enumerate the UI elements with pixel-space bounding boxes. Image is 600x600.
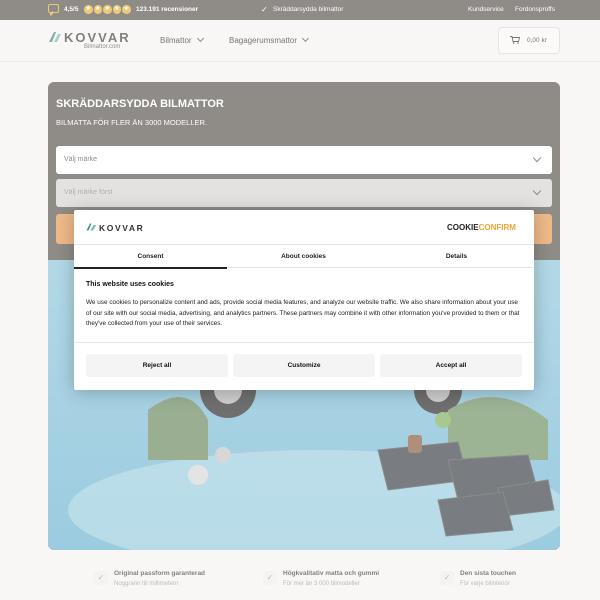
reject-all-button[interactable]: Reject all	[86, 354, 228, 377]
cookie-description: We use cookies to personalize content an…	[86, 299, 520, 327]
brand-part: OOKIE	[452, 223, 479, 232]
tab-details[interactable]: Details	[380, 253, 533, 260]
customize-button[interactable]: Customize	[233, 354, 375, 377]
logo-mark-icon	[86, 223, 96, 231]
cookieconfirm-logo: COOKIECONFIRM	[447, 223, 516, 232]
cookie-tabs: Consent About cookies Details	[74, 244, 534, 269]
cookie-site-logo: KOVVAR	[99, 223, 145, 233]
cookie-consent-dialog: KOVVAR COOKIECONFIRM Consent About cooki…	[74, 210, 534, 390]
tab-consent[interactable]: Consent	[74, 253, 227, 260]
divider	[74, 342, 534, 343]
accept-all-button[interactable]: Accept all	[380, 354, 522, 377]
cookie-heading: This website uses cookies	[86, 281, 174, 288]
tab-about-cookies[interactable]: About cookies	[227, 253, 380, 260]
brand-part: CONFIRM	[478, 223, 516, 232]
active-tab-indicator	[74, 267, 227, 269]
